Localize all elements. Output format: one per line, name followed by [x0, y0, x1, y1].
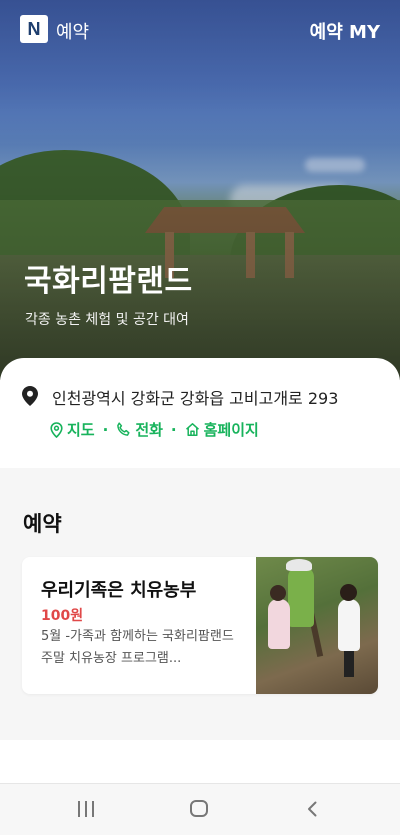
map-link-label: 지도 — [67, 421, 95, 439]
recents-icon[interactable] — [78, 801, 94, 817]
reservation-item-price: 100원 — [41, 608, 84, 624]
map-pin-icon — [22, 386, 38, 406]
homepage-link[interactable]: 홈페이지 — [185, 419, 259, 440]
next-section — [0, 740, 400, 783]
naver-logo[interactable]: N — [20, 15, 48, 43]
homepage-link-label: 홈페이지 — [203, 421, 259, 439]
place-links: 지도 · 전화 · 홈페이지 — [50, 419, 259, 440]
place-subtitle: 각종 농촌 체험 및 공간 대여 — [25, 312, 189, 328]
reservation-item-title: 우리기족은 치유농부 — [41, 580, 197, 601]
map-link[interactable]: 지도 — [50, 419, 95, 440]
place-title: 국화리팜랜드 — [24, 264, 193, 299]
reservation-section-title: 예약 — [23, 512, 62, 536]
photo-child — [338, 599, 360, 651]
system-navigation-bar — [0, 783, 400, 835]
brand-title[interactable]: 예약 — [56, 18, 89, 44]
photo-hat — [286, 559, 312, 571]
separator-dot: · — [170, 420, 177, 439]
reservation-item-photo — [256, 557, 378, 694]
photo-child-head — [340, 584, 357, 601]
separator-dot: · — [102, 420, 109, 439]
phone-link[interactable]: 전화 — [116, 419, 163, 440]
home-nav-icon[interactable] — [190, 800, 208, 817]
reservation-item-description: 5월 -가족과 함께하는 국화리팜랜드 주말 치유농장 프로그램... — [41, 629, 234, 666]
place-info-card: 인천광역시 강화군 강화읍 고비고개로 293 지도 · 전화 · 홈페이지 — [0, 358, 400, 468]
address-text: 인천광역시 강화군 강화읍 고비고개로 293 — [52, 389, 339, 408]
my-reservations-link[interactable]: 예약 MY — [310, 18, 380, 44]
photo-adult — [288, 567, 314, 627]
back-icon[interactable] — [304, 800, 322, 818]
reservation-section: 예약 우리기족은 치유농부 100원 5월 -가족과 함께하는 국화리팜랜드 주… — [0, 468, 400, 740]
photo-child-legs — [344, 651, 354, 677]
photo-child — [268, 599, 290, 649]
top-bar: N 예약 예약 MY — [0, 0, 400, 60]
logo-letter: N — [27, 18, 41, 39]
home-icon — [185, 423, 199, 436]
photo-child-head — [270, 585, 286, 601]
phone-link-label: 전화 — [135, 421, 163, 439]
reservation-item-card[interactable]: 우리기족은 치유농부 100원 5월 -가족과 함께하는 국화리팜랜드 주말 치… — [22, 557, 378, 694]
location-icon — [50, 421, 63, 438]
phone-icon — [117, 422, 130, 436]
